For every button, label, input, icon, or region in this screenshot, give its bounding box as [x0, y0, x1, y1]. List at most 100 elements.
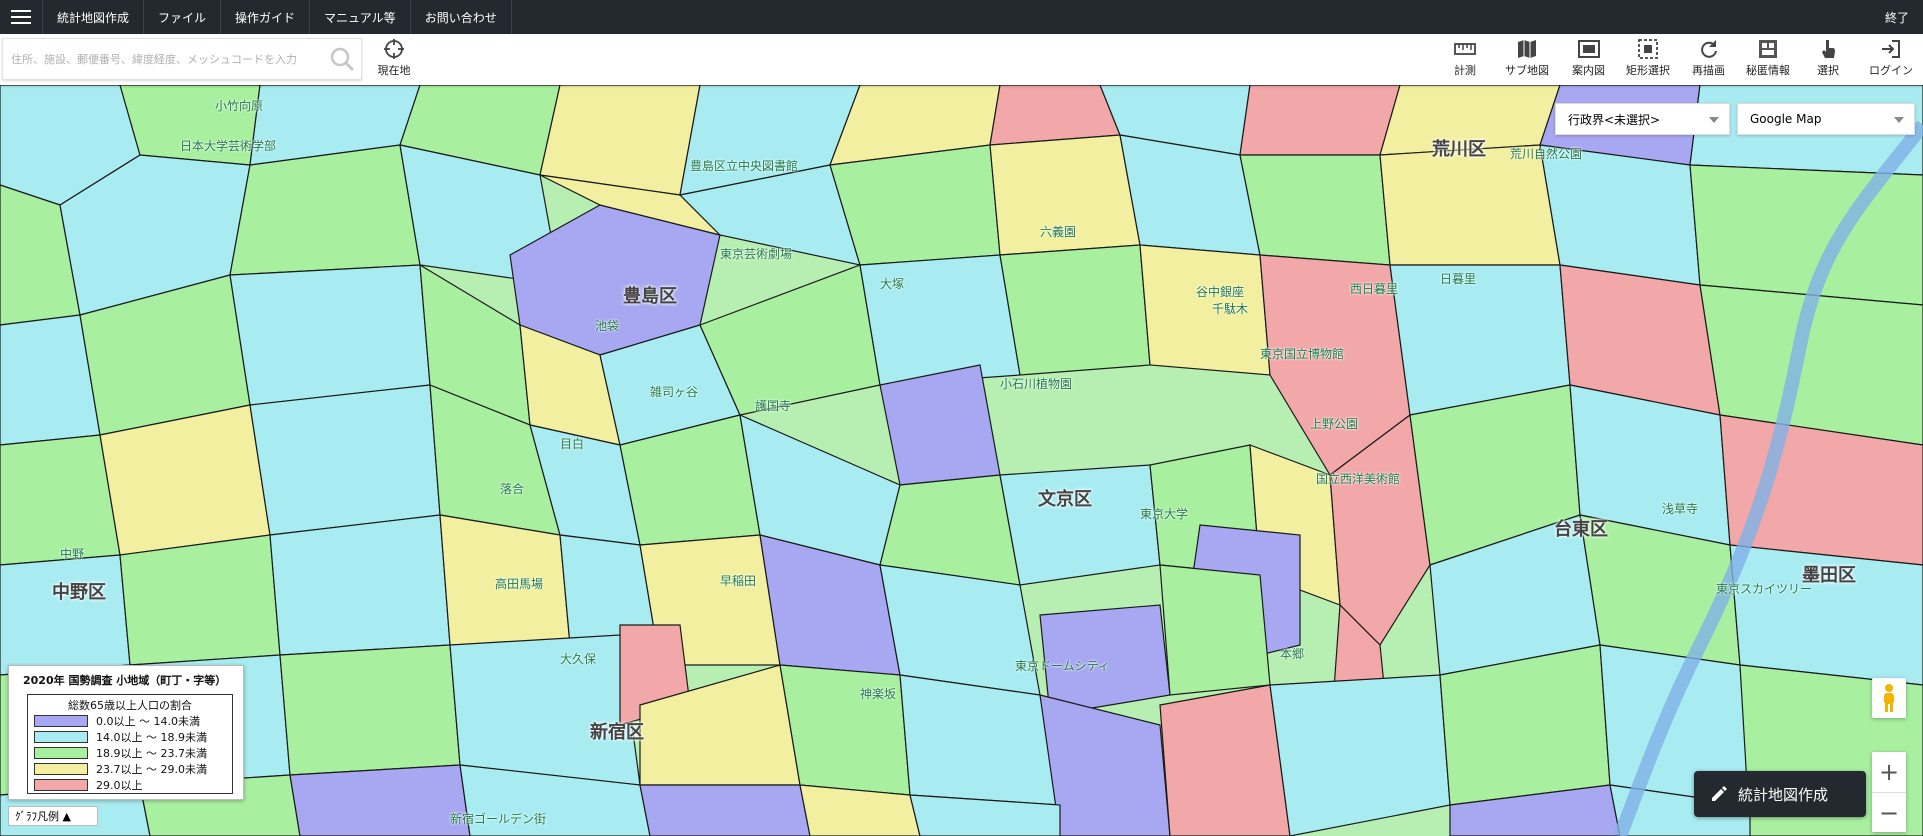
choropleth-map[interactable]: 豊島区 文京区 台東区 荒川区 中野区 新宿区 墨田区 小竹向原 日本大学芸術学…	[0, 85, 1923, 836]
place-label: 本郷	[1280, 647, 1305, 661]
place-label: 東京スカイツリー	[1716, 582, 1813, 596]
tool-label: 矩形選択	[1626, 64, 1670, 77]
tool-label: 選択	[1817, 64, 1839, 77]
ward-label: 新宿区	[590, 722, 644, 743]
place-label: 高田馬場	[495, 577, 544, 591]
refresh-icon	[1700, 40, 1717, 58]
search-icon[interactable]	[329, 46, 355, 72]
basemap-select-value: Google Map	[1750, 112, 1822, 126]
search-input[interactable]	[9, 47, 313, 71]
guide-map-icon	[1577, 40, 1600, 58]
pegman-icon	[1884, 684, 1894, 712]
legend-swatch	[34, 731, 88, 743]
place-label: 落合	[500, 482, 525, 496]
place-label: 小竹向原	[215, 99, 264, 113]
place-label: 新宿ゴールデン街	[450, 812, 547, 826]
place-label: 国立西洋美術館	[1316, 472, 1401, 486]
legend-row: 0.0以上 ～ 14.0未満	[28, 713, 232, 729]
legend-swatch	[34, 763, 88, 775]
admin-boundary-select-value: 行政界<未選択>	[1568, 112, 1661, 127]
tool-label: 秘匿情報	[1746, 64, 1790, 77]
ward-label: 中野区	[52, 582, 106, 603]
place-label: 荒川自然公園	[1510, 147, 1583, 161]
chevron-down-icon	[1709, 117, 1719, 123]
menu-item-guide[interactable]: 操作ガイド	[221, 0, 311, 34]
search-box	[2, 38, 362, 80]
legend-row: 18.9以上 ～ 23.7未満	[28, 745, 232, 761]
legend-label: 23.7以上 ～ 29.0未満	[96, 763, 207, 776]
toolbar: 現在地 計測 サブ地図 案内図 矩形選択 再描画 秘匿情報 選択 ログイン	[0, 34, 1923, 85]
place-label: 雑司ヶ谷	[650, 385, 699, 399]
street-view-pegman[interactable]	[1872, 678, 1906, 718]
ward-label: 文京区	[1038, 489, 1092, 510]
login-icon	[1882, 40, 1900, 58]
tool-label: 計測	[1454, 64, 1476, 77]
rectangle-select-tool-button[interactable]: 矩形選択	[1626, 38, 1670, 82]
legend-row: 23.7以上 ～ 29.0未満	[28, 761, 232, 777]
measure-tool-button[interactable]: 計測	[1454, 38, 1476, 82]
menu-item-contact[interactable]: お問い合わせ	[411, 0, 512, 34]
select-tool-button[interactable]: 選択	[1817, 38, 1839, 82]
place-label: 豊島区立中央図書館	[690, 159, 799, 173]
legend-title: 2020年 国勢調査 小地域（町丁・字等）	[23, 674, 227, 687]
basemap-select[interactable]: Google Map	[1737, 103, 1915, 135]
place-label: 大久保	[560, 652, 597, 666]
place-label: 上野公園	[1310, 417, 1359, 431]
exit-button[interactable]: 終了	[1871, 0, 1923, 34]
legend-label: 14.0以上 ～ 18.9未満	[96, 731, 207, 744]
place-label: 神楽坂	[860, 687, 897, 701]
legend-label: 0.0以上 ～ 14.0未満	[96, 715, 200, 728]
crosshair-icon	[384, 39, 404, 59]
place-label: 護国寺	[755, 399, 792, 413]
pointer-hand-icon	[1822, 40, 1835, 58]
place-label: 西日暮里	[1350, 282, 1399, 296]
place-label: 浅草寺	[1662, 502, 1699, 516]
place-label: 東京芸術劇場	[720, 247, 793, 261]
place-label: 池袋	[595, 319, 620, 333]
confidential-info-tool-button[interactable]: 秘匿情報	[1746, 38, 1790, 82]
legend-label: 18.9以上 ～ 23.7未満	[96, 747, 207, 760]
tool-label: 再描画	[1692, 64, 1725, 77]
confidential-icon	[1759, 40, 1777, 58]
map-canvas[interactable]	[0, 85, 1923, 836]
place-label: 千駄木	[1212, 302, 1249, 316]
legend-box: 総数65歳以上人口の割合 0.0以上 ～ 14.0未満 14.0以上 ～ 18.…	[27, 694, 233, 794]
tool-label: 案内図	[1572, 64, 1605, 77]
ruler-icon	[1454, 43, 1476, 55]
place-label: 東京ドームシティ	[1015, 659, 1110, 673]
zoom-in-button[interactable]: +	[1872, 752, 1906, 792]
menu-item-manual[interactable]: マニュアル等	[310, 0, 411, 34]
ward-label: 豊島区	[623, 286, 677, 307]
ward-label: 台東区	[1554, 519, 1608, 540]
map-legend: 2020年 国勢調査 小地域（町丁・字等） 総数65歳以上人口の割合 0.0以上…	[8, 665, 244, 800]
legend-label: 29.0以上	[96, 779, 143, 792]
place-label: 中野	[60, 547, 85, 561]
place-label: 谷中銀座	[1196, 285, 1245, 299]
map-icon	[1518, 40, 1536, 58]
place-label: 東京国立博物館	[1260, 347, 1345, 361]
place-label: 小石川植物園	[1000, 377, 1073, 391]
legend-swatch	[34, 747, 88, 759]
legend-row: 14.0以上 ～ 18.9未満	[28, 729, 232, 745]
guide-map-tool-button[interactable]: 案内図	[1572, 38, 1605, 82]
ward-label: 荒川区	[1432, 139, 1486, 160]
create-statistical-map-label: 統計地図作成	[1738, 785, 1829, 804]
chevron-down-icon	[1894, 117, 1904, 123]
sub-map-tool-button[interactable]: サブ地図	[1505, 38, 1549, 82]
place-label: 目白	[560, 437, 585, 451]
admin-boundary-select[interactable]: 行政界<未選択>	[1555, 103, 1730, 135]
place-label: 大塚	[880, 277, 905, 291]
legend-row: 29.0以上	[28, 777, 232, 793]
place-label: 早稲田	[720, 574, 757, 588]
graph-legend-toggle[interactable]: ｸﾞﾗﾌ凡例 ▲	[8, 806, 98, 826]
create-statistical-map-button[interactable]: 統計地図作成	[1694, 771, 1866, 817]
redraw-tool-button[interactable]: 再描画	[1692, 38, 1725, 82]
place-label: 六義園	[1040, 225, 1077, 239]
current-location-button[interactable]: 現在地	[372, 38, 416, 82]
place-label: 東京大学	[1140, 507, 1189, 521]
zoom-out-button[interactable]: −	[1872, 793, 1906, 833]
hamburger-menu-icon[interactable]	[0, 0, 43, 34]
login-button[interactable]: ログイン	[1869, 38, 1913, 82]
menu-item-file[interactable]: ファイル	[144, 0, 222, 34]
menu-item-statistical-map[interactable]: 統計地図作成	[43, 0, 145, 34]
